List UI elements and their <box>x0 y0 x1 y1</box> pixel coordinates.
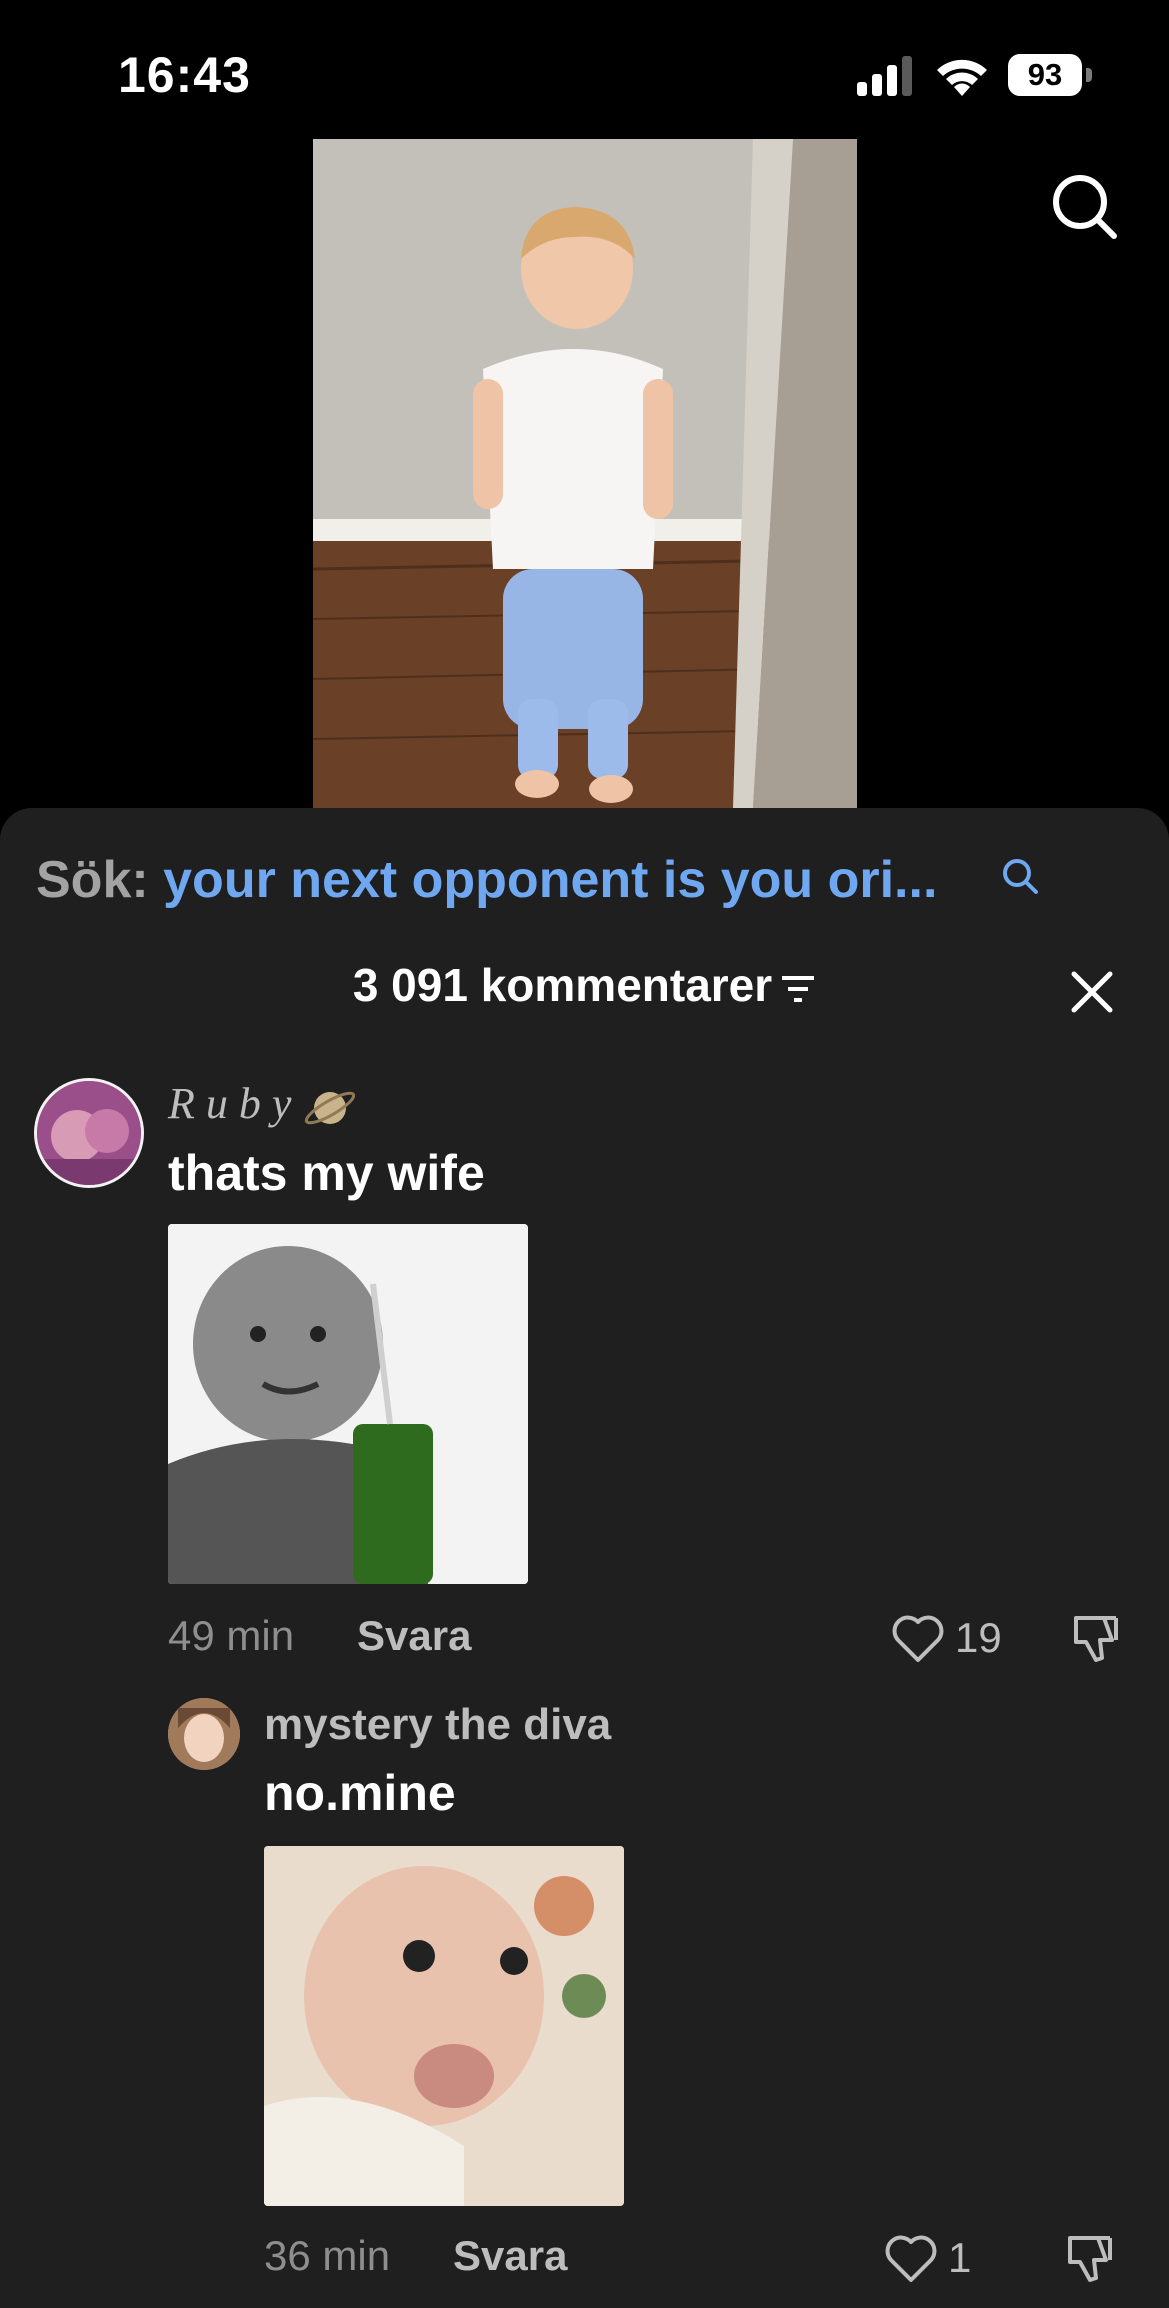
comment-time: 49 min <box>168 1612 295 1659</box>
search-icon[interactable] <box>1048 170 1120 242</box>
gif-image <box>264 1846 624 2206</box>
comment-time: 36 min <box>264 2232 391 2279</box>
reply-button[interactable]: Svara <box>453 2232 567 2280</box>
thumbs-down-icon[interactable] <box>1068 1610 1124 1666</box>
comment-count: 3 091 kommentarer <box>352 959 773 1011</box>
gif-image <box>168 1224 528 1584</box>
close-icon[interactable] <box>1068 968 1116 1016</box>
filter-icon[interactable] <box>780 974 816 1004</box>
planet-icon <box>305 1091 356 1125</box>
video-player[interactable] <box>313 139 857 808</box>
video-frame <box>313 139 857 808</box>
search-query[interactable]: your next opponent is you ori... <box>163 851 937 909</box>
username-text: R u b y <box>168 1079 292 1128</box>
avatar[interactable] <box>168 1698 240 1770</box>
comment-gif[interactable] <box>264 1846 624 2206</box>
comment-username[interactable]: R u b y <box>168 1078 358 1136</box>
status-bar: 16:43 93 <box>0 0 1169 140</box>
avatar-image <box>168 1698 240 1770</box>
search-suggestion[interactable]: Sök: your next opponent is you ori... <box>36 850 937 910</box>
avatar-image <box>37 1081 141 1185</box>
thumbs-down-icon[interactable] <box>1062 2230 1118 2286</box>
wifi-icon <box>937 59 987 96</box>
battery-tip <box>1086 68 1092 82</box>
heart-icon[interactable] <box>883 2232 939 2284</box>
status-time: 16:43 <box>118 47 251 103</box>
battery-indicator: 93 <box>1008 54 1092 98</box>
comment-text: thats my wife <box>168 1145 485 1201</box>
search-prefix: Sök: <box>36 851 149 909</box>
heart-icon[interactable] <box>890 1612 946 1664</box>
signal-icon <box>857 56 912 96</box>
comments-sheet: Sök: your next opponent is you ori... 3 … <box>0 808 1169 2308</box>
comment-text: no.mine <box>264 1765 456 1821</box>
like-count: 1 <box>948 2234 972 2281</box>
battery-level: 93 <box>1008 54 1082 96</box>
search-icon[interactable] <box>1000 856 1040 896</box>
comment-gif[interactable] <box>168 1224 528 1584</box>
reply-button[interactable]: Svara <box>357 1612 471 1660</box>
like-count: 19 <box>955 1614 1002 1661</box>
comment-count-header: 3 091 kommentarer <box>0 958 1169 1012</box>
comment-username[interactable]: mystery the diva <box>264 1700 611 1750</box>
avatar[interactable] <box>34 1078 144 1188</box>
